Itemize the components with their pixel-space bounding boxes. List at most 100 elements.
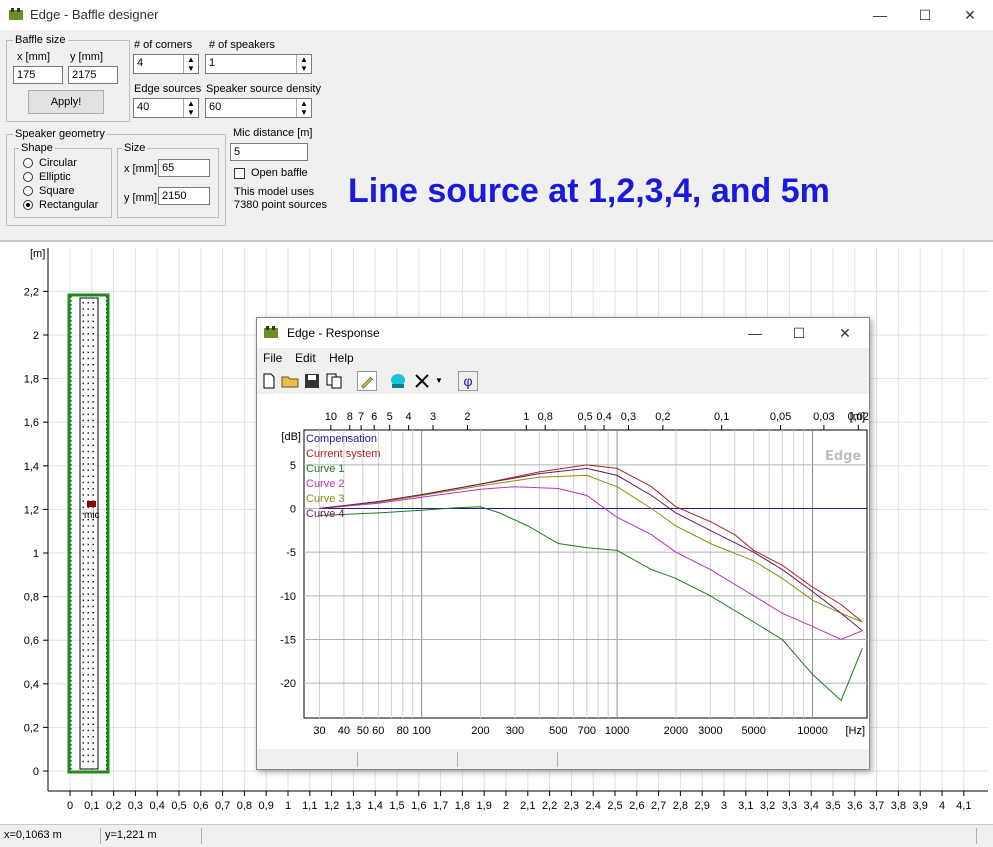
open-folder-icon[interactable] (280, 371, 300, 391)
x-tick-label: 0,4 (150, 800, 165, 812)
spinner-arrows-icon[interactable]: ▲ ▼ (183, 55, 198, 73)
size-x-input[interactable]: 65 (158, 159, 210, 177)
baffle-x-label: x [mm] (17, 51, 50, 63)
x-tick-label: 0,5 (171, 800, 186, 812)
speakers-label: # of speakers (209, 39, 276, 51)
spinner-arrows-icon[interactable]: ▲ ▼ (183, 99, 198, 117)
chart-y-tick-label: -10 (280, 591, 296, 603)
y-tick-label: 2 (33, 330, 39, 342)
spinner-arrows-icon[interactable]: ▲ ▼ (296, 55, 311, 73)
chart-x-tick-label: 40 (338, 725, 350, 737)
chart-x-tick-label: 3000 (698, 725, 722, 737)
y-tick-label: 0 (33, 766, 39, 778)
speaker-cyan-icon[interactable] (388, 371, 408, 391)
chart-y-tick-label: -5 (286, 547, 296, 559)
x-tick-label: 2,9 (695, 800, 710, 812)
x-tick-label: 1,9 (477, 800, 492, 812)
baffle-x-input[interactable]: 175 (13, 66, 63, 84)
corners-spinner[interactable]: 4 ▲ ▼ (133, 54, 199, 74)
new-file-icon[interactable] (259, 371, 279, 391)
top-axis-tick-label: 6 (371, 411, 377, 423)
edge-sources-spinner[interactable]: 40 ▲ ▼ (133, 98, 199, 118)
x-tick-label: 3,6 (847, 800, 862, 812)
top-axis-tick-label: 3 (430, 411, 436, 423)
chart-y-unit-label: [dB] (281, 431, 301, 443)
apply-button[interactable]: Apply! (28, 90, 104, 114)
top-axis-unit-label: [m] (850, 411, 865, 423)
y-tick-label: 1,6 (24, 417, 39, 429)
top-axis-tick-label: 2 (464, 411, 470, 423)
open-baffle-label: Open baffle (251, 167, 308, 179)
x-tick-label: 1,2 (324, 800, 339, 812)
y-tick-label: 1,2 (24, 504, 39, 516)
y-tick-label: 1,4 (24, 461, 39, 473)
chart-x-tick-label: 1000 (605, 725, 629, 737)
save-icon[interactable] (302, 371, 322, 391)
mic-distance-input[interactable]: 5 (230, 143, 308, 161)
x-tick-label: 2,2 (542, 800, 557, 812)
top-axis-tick-label: 0,05 (770, 411, 791, 423)
menu-file[interactable]: File (263, 351, 282, 365)
phase-button[interactable]: φ (458, 371, 478, 391)
legend-entry: Curve 1 (306, 463, 345, 475)
y-tick-label: 1 (33, 548, 39, 560)
x-tick-label: 3,3 (782, 800, 797, 812)
top-axis-tick-label: 0,1 (714, 411, 729, 423)
open-baffle-checkbox[interactable] (234, 168, 245, 179)
x-tick-label: 0,8 (237, 800, 252, 812)
size-group: Size (117, 142, 219, 218)
title-bar: Edge - Baffle designer — ☐ ✕ (0, 0, 993, 30)
legend-entry: Current system (306, 448, 381, 460)
plot-unit-label: [m] (30, 248, 45, 260)
menu-help[interactable]: Help (329, 351, 354, 365)
x-tick-label: 1,7 (433, 800, 448, 812)
x-tick-label: 2 (503, 800, 509, 812)
x-tick-label: 1,6 (411, 800, 426, 812)
response-title-bar: Edge - Response — ☐ ✕ (257, 318, 869, 348)
speakers-spinner[interactable]: 1 ▲ ▼ (205, 54, 312, 74)
response-close-button[interactable]: ✕ (825, 322, 865, 344)
copy-icon[interactable] (324, 371, 344, 391)
model-note-line-1: This model uses (234, 186, 315, 198)
source-density-value: 60 (209, 101, 222, 113)
size-y-input[interactable]: 2150 (158, 187, 210, 205)
x-tick-label: 0 (67, 800, 73, 812)
minimize-button[interactable]: — (860, 4, 900, 26)
response-toolbar: ▼ φ (257, 368, 869, 395)
menu-edit[interactable]: Edit (295, 351, 316, 365)
delete-curve-icon[interactable] (412, 371, 432, 391)
y-tick-label: 0,6 (24, 635, 39, 647)
baffle-y-label: y [mm] (70, 51, 103, 63)
x-tick-label: 1,4 (368, 800, 383, 812)
maximize-button[interactable]: ☐ (905, 4, 945, 26)
corners-label: # of corners (134, 39, 193, 51)
x-tick-label: 2,6 (629, 800, 644, 812)
pen-draw-icon[interactable] (357, 371, 377, 391)
window-title: Edge - Baffle designer (30, 7, 159, 22)
dropdown-arrow-icon[interactable]: ▼ (435, 376, 443, 385)
shape-circular-radio[interactable] (23, 158, 33, 168)
baffle-y-input[interactable]: 2175 (68, 66, 118, 84)
top-axis-tick-label: 7 (358, 411, 364, 423)
response-maximize-button[interactable]: ☐ (779, 322, 819, 344)
edge-sources-value: 40 (137, 101, 150, 113)
response-chart[interactable]: 50-5-10-15-2030 40 50 60 80 100 200 300 500 700 10… (257, 394, 869, 749)
response-menu-bar: File Edit Help (257, 348, 869, 368)
shape-rectangular-radio[interactable] (23, 200, 33, 210)
status-y-coordinate: y=1,221 m (101, 828, 202, 844)
chart-x-tick-label: 30 (313, 725, 325, 737)
shape-elliptic-radio[interactable] (23, 172, 33, 182)
x-tick-label: 1,3 (346, 800, 361, 812)
response-window[interactable]: Edge - Response — ☐ ✕ File Edit Help ▼ φ… (256, 317, 870, 770)
source-density-spinner[interactable]: 60 ▲ ▼ (205, 98, 312, 118)
status-empty-cell (202, 828, 977, 844)
source-density-label: Speaker source density (206, 83, 321, 95)
legend-entry: Curve 2 (306, 478, 345, 490)
x-tick-label: 3,7 (869, 800, 884, 812)
close-button[interactable]: ✕ (950, 4, 990, 26)
shape-circular-label: Circular (39, 157, 77, 169)
shape-square-radio[interactable] (23, 186, 33, 196)
x-tick-label: 3,1 (738, 800, 753, 812)
spinner-arrows-icon[interactable]: ▲ ▼ (296, 99, 311, 117)
response-minimize-button[interactable]: — (735, 322, 775, 344)
